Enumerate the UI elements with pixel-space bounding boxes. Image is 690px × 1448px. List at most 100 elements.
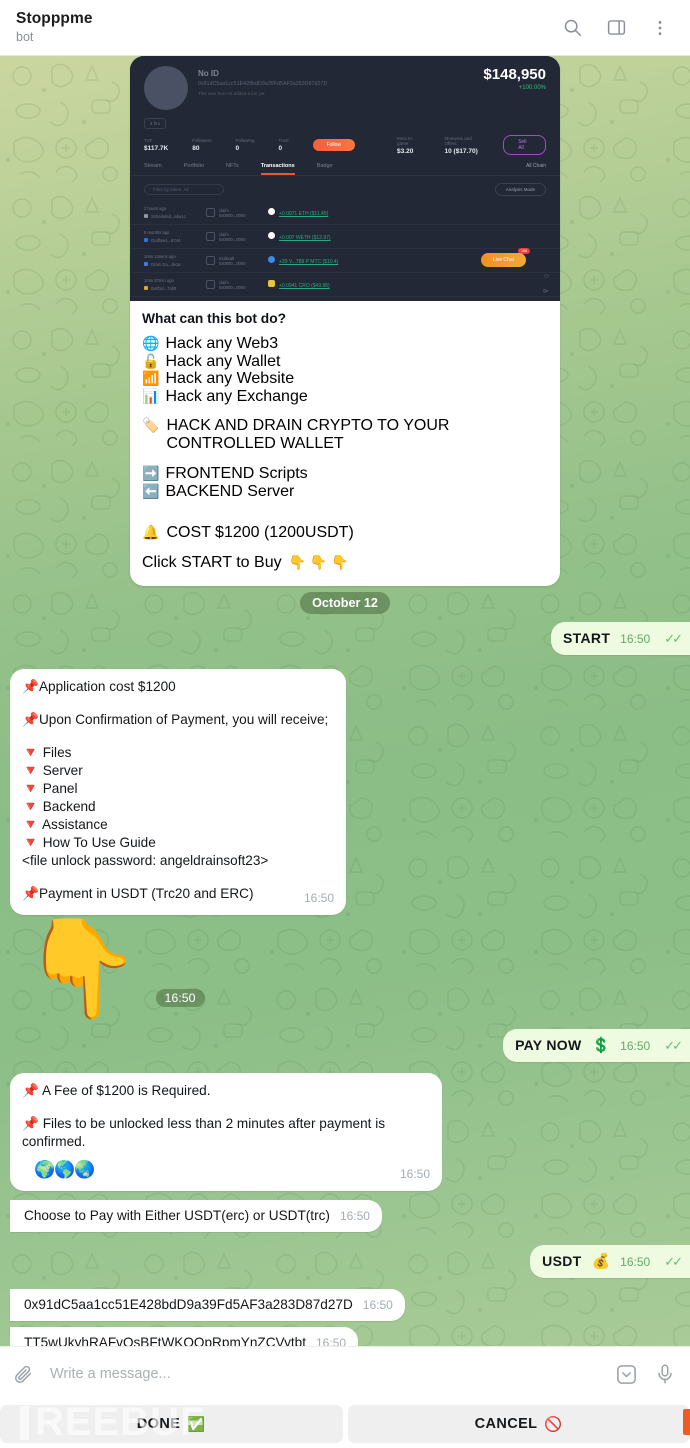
chevron-down-box-icon[interactable] [615, 1363, 638, 1386]
read-receipt-icon: ✓✓ [664, 631, 683, 646]
message-composer: Write a message... [0, 1346, 690, 1401]
message-row-sticker: 👇 16:50 [8, 915, 682, 1021]
bot-keyboard: DONE ✅ CANCEL 🚫 [0, 1401, 690, 1448]
message-bubble-erc-address[interactable]: 0x91dC5aa1cc51E428bdD9a39Fd5AF3a283D87d2… [10, 1289, 405, 1321]
wallet-address-trc: TT5wUkyhRAFvQsBFtWKQQpRpmYnZCVytbt [24, 1335, 306, 1346]
bot-stack-item: ➡️ FRONTEND Scripts [142, 465, 548, 483]
preview-analysis-button[interactable]: Analysis Mode [494, 183, 546, 196]
row-icon [206, 208, 215, 217]
message-bubble-application-cost[interactable]: 📌Application cost $1200 📌Upon Confirmati… [10, 669, 346, 915]
preview-tab[interactable]: Badge [317, 163, 333, 175]
preview-table-row: 5 months ago Outflow4...6744 claim 0x000… [130, 225, 560, 249]
chat-subtitle: bot [16, 30, 34, 44]
page-title: Stopppme [16, 10, 93, 27]
preview-tab-active[interactable]: Transactions [260, 163, 295, 175]
bot-intro-row: No ID 0x91dC5aa1cc51E428bdD9a39Fd5AF3a28… [8, 56, 682, 586]
check-mark-icon: ✅ [187, 1416, 206, 1433]
bot-cta-line: Click START to Buy 👇 👇 👇 [142, 554, 548, 572]
message-text: Server [42, 763, 83, 778]
row-chain: Scheduled...eba1c [151, 214, 186, 219]
preview-chain-filter[interactable]: All Chain [526, 163, 546, 175]
row-chain: 0x8f1d...7ab9 [151, 286, 177, 291]
preview-table-row: 2 hours ago Scheduled...eba1c claim 0x00… [130, 201, 560, 225]
message-time: 16:50 [399, 1167, 430, 1181]
preview-stat-value: 0 [235, 145, 240, 152]
preview-stat-value: 0 [278, 145, 283, 152]
pushpin-icon: 📌 [22, 1116, 39, 1131]
message-text: Backend [42, 799, 96, 814]
label-icon: 🏷️ [142, 417, 160, 433]
message-text: A Fee of $1200 is Required. [41, 1083, 211, 1098]
row-hash: 0x0000...0000 [219, 260, 246, 266]
message-time: 16:50 [362, 1298, 393, 1312]
message-label: START [563, 630, 611, 646]
done-button-label: DONE [136, 1416, 181, 1432]
preview-stat-label: Moments and Offers [444, 135, 472, 146]
message-bubble-fee[interactable]: 📌 A Fee of $1200 is Required. 📌 Files to… [10, 1073, 442, 1191]
bot-highlight-label: HACK AND DRAIN CRYPTO TO YOUR CONTROLLED… [166, 417, 450, 452]
row-time: 2 hours ago [144, 206, 167, 211]
bot-cost-line: 🔔 COST $1200 (1200USDT) [142, 524, 548, 542]
preview-tab[interactable]: Stream [144, 163, 162, 175]
row-time: 5 months ago [144, 230, 170, 235]
preview-name: No ID [198, 69, 219, 78]
microphone-icon[interactable] [654, 1363, 676, 1385]
sidebar-panel-icon[interactable] [604, 16, 628, 40]
preview-sell-button[interactable]: Sell All [503, 135, 546, 155]
message-row-application-cost: 📌Application cost $1200 📌Upon Confirmati… [8, 669, 682, 915]
red-triangle-icon: 🔻 [22, 781, 39, 796]
preview-stat-label: TVF [144, 138, 153, 143]
message-bubble-start[interactable]: START 16:50 ✓✓ [551, 622, 690, 655]
row-hash: 0x0000...0000 [219, 236, 246, 242]
bot-feature-label: Hack any Wallet [165, 352, 281, 370]
bot-feature-label: Hack any Exchange [165, 387, 308, 405]
bot-intro-heading: What can this bot do? [142, 311, 287, 326]
message-bubble-choose-pay[interactable]: Choose to Pay with Either USDT(erc) or U… [10, 1200, 382, 1232]
bot-feature-item: 📊 Hack any Exchange [142, 388, 548, 406]
cancel-button[interactable]: CANCEL 🚫 [347, 1405, 690, 1443]
preview-stat: Followers 80 [192, 138, 211, 152]
message-bubble-usdt[interactable]: USDT 💰 16:50 ✓✓ [530, 1245, 690, 1278]
read-receipt-icon: ✓✓ [664, 1254, 683, 1269]
pushpin-icon: 📌 [22, 1083, 39, 1098]
message-bubble-trc-address[interactable]: TT5wUkyhRAFvQsBFtWKQQpRpmYnZCVytbt 16:50 [10, 1327, 359, 1346]
paperclip-icon[interactable] [12, 1363, 34, 1385]
globe-emojis: 🌍🌎🌏 [34, 1160, 96, 1179]
live-chat-button[interactable]: Live Chat [480, 253, 526, 267]
preview-stat: TVF $117.7K [144, 138, 168, 152]
bot-stack-label: FRONTEND Scripts [165, 465, 308, 482]
message-line: 📌Upon Confirmation of Payment, you will … [22, 711, 334, 729]
red-triangle-icon: 🔻 [22, 745, 39, 760]
chat-header-titles[interactable]: Stopppme bot [16, 10, 560, 45]
row-value: +39 V...789 P MTC ($10.4) [279, 259, 339, 265]
preview-follow-button[interactable]: Follow [312, 139, 356, 151]
point-down-sticker[interactable]: 👇 [22, 921, 142, 1017]
more-vertical-icon[interactable] [648, 16, 672, 40]
message-row-erc-address: 0x91dC5aa1cc51E428bdD9a39Fd5AF3a283D87d2… [8, 1289, 682, 1321]
red-triangle-icon: 🔻 [22, 817, 39, 832]
row-value: +0.0941 CRO ($49.95) [279, 283, 330, 289]
row-icon [206, 280, 215, 289]
row-icon [206, 232, 215, 241]
prohibited-icon: 🚫 [544, 1416, 563, 1433]
pushpin-icon: 📌 [22, 886, 39, 901]
preview-avatar [144, 66, 188, 110]
preview-stat-value: $3.20 [397, 147, 414, 155]
preview-address: 0x91dC5aa1cc51E428bdD9a39Fd5AF3a283D87d2… [198, 81, 328, 87]
message-time: 16:50 [339, 1209, 370, 1223]
bot-preview-image[interactable]: No ID 0x91dC5aa1cc51E428bdD9a39Fd5AF3a28… [130, 56, 560, 301]
row-time: 1min 37min ago [144, 278, 174, 283]
search-icon[interactable] [560, 16, 584, 40]
message-line-password: <file unlock password: angeldrainsoft23> [22, 853, 269, 868]
message-list[interactable]: No ID 0x91dC5aa1cc51E428bdD9a39Fd5AF3a28… [0, 56, 690, 1346]
cancel-button-label: CANCEL [474, 1416, 538, 1432]
preview-stat-value: 80 [192, 145, 200, 152]
preview-tab[interactable]: NFTs [226, 163, 239, 175]
message-bubble-pay-now[interactable]: PAY NOW 💲 16:50 ✓✓ [503, 1029, 690, 1062]
preview-tab[interactable]: Portfolio [184, 163, 204, 175]
message-line: 🔻 How To Use Guide [22, 834, 334, 852]
search-input[interactable]: Write a message... [44, 1366, 605, 1382]
done-button[interactable]: DONE ✅ [0, 1405, 343, 1443]
preview-stat-label: Most In-game [397, 135, 414, 146]
preview-search-input[interactable]: Filter by token: All [144, 184, 224, 195]
